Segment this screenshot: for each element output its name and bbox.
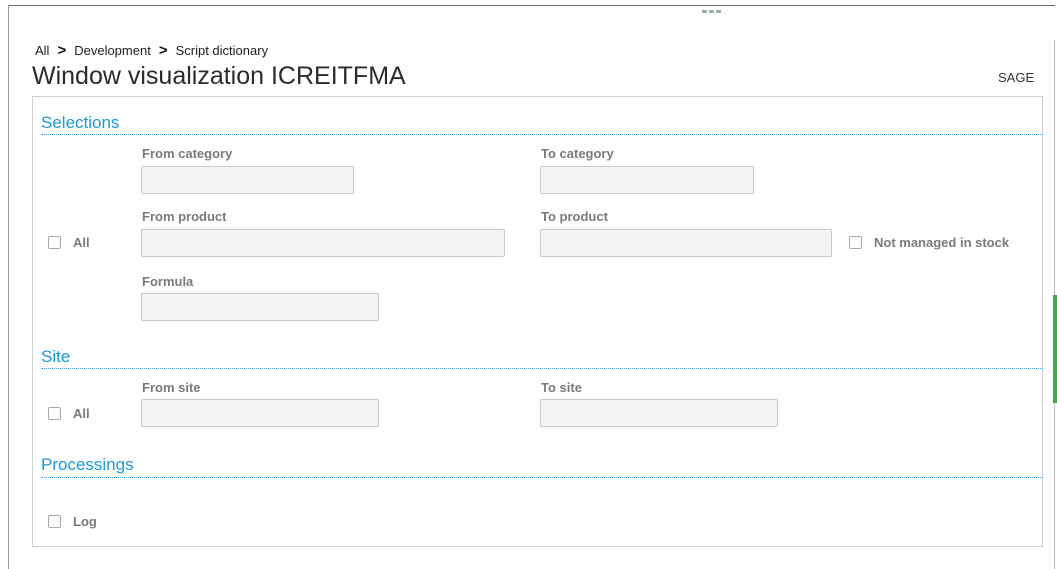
window-top-border <box>8 5 1055 6</box>
to-category-input[interactable] <box>540 166 754 194</box>
section-divider <box>41 477 1043 478</box>
drag-handle[interactable] <box>702 0 724 13</box>
page-title: Window visualization ICREITFMA <box>32 62 406 90</box>
to-product-input[interactable] <box>540 229 832 257</box>
breadcrumb-separator: > <box>57 42 67 59</box>
all-products-checkbox-label: All <box>73 235 90 250</box>
all-sites-checkbox[interactable]: All <box>48 406 90 421</box>
to-site-label: To site <box>541 380 582 395</box>
breadcrumb-separator: > <box>158 42 168 59</box>
window-left-border <box>8 5 9 569</box>
to-category-label: To category <box>541 146 614 161</box>
from-site-label: From site <box>142 380 201 395</box>
section-divider <box>41 368 1043 369</box>
from-category-input[interactable] <box>141 166 354 194</box>
breadcrumb-item-development[interactable]: Development <box>74 43 151 58</box>
section-title-selections: Selections <box>41 113 120 132</box>
from-category-label: From category <box>142 146 233 161</box>
breadcrumb-item-script-dictionary[interactable]: Script dictionary <box>176 43 268 58</box>
not-managed-in-stock-checkbox[interactable]: Not managed in stock <box>849 235 1009 250</box>
scroll-thumb[interactable] <box>1053 295 1057 403</box>
section-title-site: Site <box>41 347 71 366</box>
to-product-label: To product <box>541 209 608 224</box>
section-title-processings: Processings <box>41 455 134 474</box>
section-divider <box>41 134 1043 135</box>
breadcrumb: All > Development > Script dictionary <box>35 42 268 59</box>
checkbox-box[interactable] <box>48 236 61 249</box>
from-product-input[interactable] <box>141 229 505 257</box>
checkbox-box[interactable] <box>48 407 61 420</box>
breadcrumb-item-all[interactable]: All <box>35 43 49 58</box>
company-code: SAGE <box>998 70 1035 85</box>
from-site-input[interactable] <box>141 399 379 427</box>
log-checkbox[interactable]: Log <box>48 514 97 529</box>
not-managed-in-stock-label: Not managed in stock <box>874 235 1010 250</box>
from-product-label: From product <box>142 209 227 224</box>
all-sites-checkbox-label: All <box>73 406 90 421</box>
to-site-input[interactable] <box>540 399 778 427</box>
formula-label: Formula <box>142 274 194 289</box>
formula-input[interactable] <box>141 293 379 321</box>
checkbox-box[interactable] <box>849 236 862 249</box>
checkbox-box[interactable] <box>48 515 61 528</box>
form-panel <box>32 96 1043 547</box>
all-products-checkbox[interactable]: All <box>48 235 90 250</box>
log-checkbox-label: Log <box>73 514 97 529</box>
